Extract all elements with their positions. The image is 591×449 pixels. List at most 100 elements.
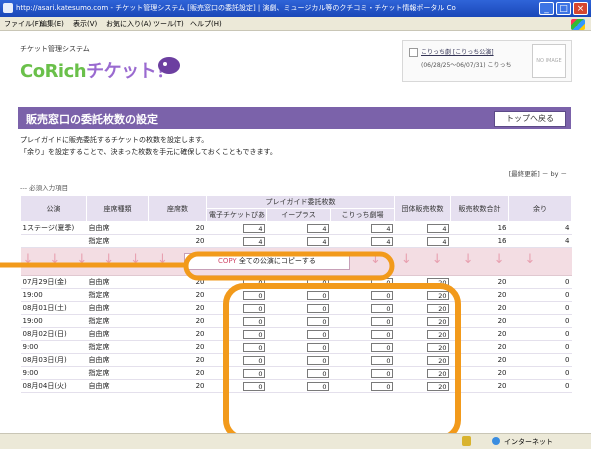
eticket-input[interactable]: 4 [242,223,265,233]
eplus-input[interactable]: 0 [306,277,329,287]
eplus-input[interactable]: 0 [306,381,329,391]
remaining-cell: 0 [508,353,572,367]
corich-logo[interactable]: CoRichチケット！ [20,57,174,83]
eplus-input[interactable]: 0 [306,316,329,326]
eticket-input[interactable]: 0 [242,290,265,300]
remaining-cell: 0 [508,288,572,302]
down-arrow-icon: ↓ [524,252,536,267]
eplus-input[interactable]: 0 [306,290,329,300]
user-period: (06/28/25～06/07/31) こりっち [421,62,512,69]
corich-input[interactable]: 0 [370,355,393,365]
remaining-cell: 0 [508,275,572,289]
group-sales-input[interactable]: 20 [426,329,449,339]
performance-time: 9:00 [22,343,39,351]
maximize-button[interactable]: □ [556,2,571,15]
eplus-input[interactable]: 0 [306,355,329,365]
eticket-input[interactable]: 0 [242,381,265,391]
seat-count-cell: 20 [148,314,207,328]
seat-count-value: 20 [195,224,205,232]
eticket-input[interactable]: 0 [242,303,265,313]
group-sales-input[interactable]: 20 [426,381,449,391]
group-sales-input[interactable]: 4 [426,223,449,233]
copy-to-all-button[interactable]: COPY 全ての公演にコピーする [183,253,350,270]
seat-type-label: 自由席 [88,382,110,390]
menu-tools[interactable]: ツール(T) [153,19,184,29]
corich-input[interactable]: 4 [370,223,393,233]
eplus-cell: 0 [266,301,331,315]
eticket-input[interactable]: 0 [242,329,265,339]
corich-cell: 0 [330,301,395,315]
menu-edit[interactable]: 編集(E) [40,19,64,29]
group-sales-input[interactable]: 20 [426,316,449,326]
group-sales-input[interactable]: 20 [426,355,449,365]
back-to-top-button[interactable]: トップへ戻る [494,111,566,127]
eticket-input[interactable]: 0 [242,277,265,287]
group-sales-input[interactable]: 20 [426,368,449,378]
total-value: 20 [497,343,507,351]
total-value: 20 [497,278,507,286]
menu-help[interactable]: ヘルプ(H) [190,19,222,29]
eticket-input[interactable]: 0 [242,342,265,352]
remaining-value: 0 [565,369,570,377]
corich-input[interactable]: 0 [370,329,393,339]
corich-input[interactable]: 0 [370,290,393,300]
total-cell: 20 [450,379,509,393]
eplus-cell: 4 [266,234,331,248]
table-row: 08月01日(土) 自由席 20 0 0 0 20 20 0 [20,301,572,315]
seat-type-label: 自由席 [88,330,110,338]
close-button[interactable]: × [573,2,588,15]
eplus-input[interactable]: 4 [306,236,329,246]
performance-time: 9:00 [22,369,39,377]
remaining-cell: 0 [508,301,572,315]
group-sales-input[interactable]: 4 [426,236,449,246]
seat-type-cell: 自由席 [86,221,149,235]
menu-favorites[interactable]: お気に入り(A) [106,19,151,29]
corich-input[interactable]: 4 [370,236,393,246]
eticket-input[interactable]: 0 [242,368,265,378]
corich-input[interactable]: 0 [370,303,393,313]
corich-input[interactable]: 0 [370,381,393,391]
seat-count-value: 20 [195,369,205,377]
description-line-1: プレイガイドに販売委託するチケットの枚数を設定します。 [20,136,209,144]
eplus-input[interactable]: 0 [306,368,329,378]
total-cell: 20 [450,340,509,354]
total-value: 16 [497,237,507,245]
seat-type-label: 指定席 [88,369,110,377]
corich-input[interactable]: 0 [370,316,393,326]
eticket-input[interactable]: 0 [242,355,265,365]
eplus-input[interactable]: 0 [306,303,329,313]
corich-input[interactable]: 0 [370,277,393,287]
group-sales-cell: 20 [394,366,451,380]
performance-date: 07月29日(金) [22,278,67,286]
page-content: チケット管理システム CoRichチケット！ こりっち劇 [こりっち公演] (0… [0,31,591,433]
down-arrow-icon: ↓ [49,252,61,267]
eticket-input[interactable]: 4 [242,236,265,246]
performance-date: 08月02日(日) [22,330,67,338]
user-checkbox[interactable] [409,48,418,57]
window-title: http://asari.katesumo.com - チケット管理システム [… [16,4,456,12]
eplus-input[interactable]: 0 [306,329,329,339]
seat-count-cell: 20 [148,366,207,380]
performance-cell: 08月02日(日) [20,327,87,341]
allocation-table: 公演 座席種類 座席数 プレイガイド委託枚数 団体販売枚数 販売枚数合計 余り … [20,195,572,393]
down-arrow-icon: ↓ [130,252,142,267]
eplus-input[interactable]: 0 [306,342,329,352]
corich-cell: 4 [330,234,395,248]
remaining-value: 4 [565,237,570,245]
corich-input[interactable]: 0 [370,342,393,352]
eplus-input[interactable]: 4 [306,223,329,233]
menu-view[interactable]: 表示(V) [73,19,97,29]
minimize-button[interactable]: _ [539,2,554,15]
user-link[interactable]: こりっち劇 [こりっち公演] [421,47,494,56]
group-sales-input[interactable]: 20 [426,277,449,287]
menu-file[interactable]: ファイル(F) [4,19,42,29]
eticket-input[interactable]: 0 [242,316,265,326]
seat-type-label: 自由席 [88,356,110,364]
down-arrow-icon: ↓ [76,252,88,267]
corich-input[interactable]: 0 [370,368,393,378]
group-sales-input[interactable]: 20 [426,342,449,352]
group-sales-input[interactable]: 20 [426,303,449,313]
performance-cell: 07月29日(金) [20,275,87,289]
group-sales-input[interactable]: 20 [426,290,449,300]
required-text: 必須入力項目 [29,184,69,192]
